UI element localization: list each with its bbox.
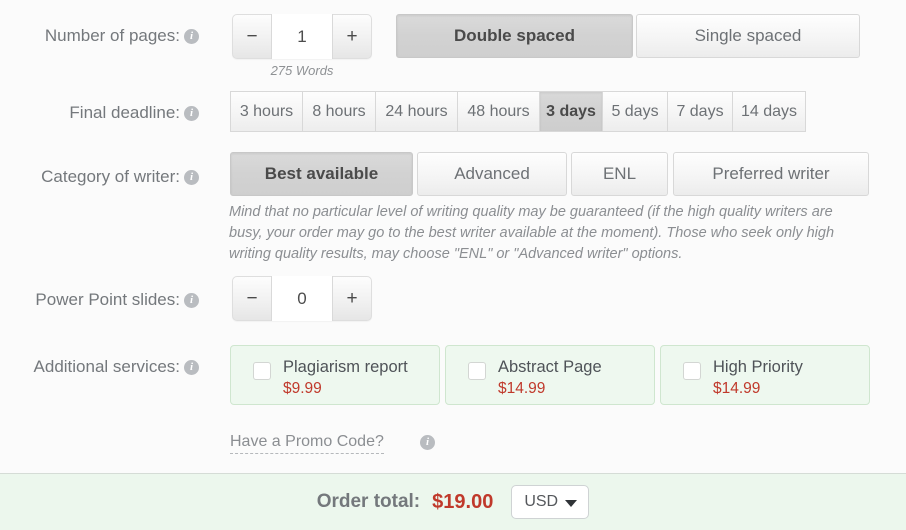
pages-value-input[interactable]: 1: [271, 14, 333, 59]
pages-stepper[interactable]: − 1 +: [232, 14, 372, 59]
category-option-label: Best available: [264, 164, 379, 183]
category-of-writer-label: Category of writer:: [41, 167, 180, 186]
slides-increment-button[interactable]: +: [333, 277, 371, 320]
spacing-option-double-label: Double spaced: [454, 26, 575, 45]
info-icon[interactable]: i: [184, 293, 199, 308]
service-checkbox[interactable]: [468, 362, 486, 380]
deadline-option-label: 14 days: [740, 102, 798, 120]
service-price: $14.99: [713, 380, 761, 397]
spacing-option-single-label: Single spaced: [694, 26, 802, 45]
category-option-best-available[interactable]: Best available: [230, 152, 413, 196]
deadline-option-24-hours[interactable]: 24 hours: [376, 91, 458, 132]
service-price: $9.99: [283, 380, 322, 397]
currency-value: USD: [524, 493, 559, 510]
info-icon[interactable]: i: [184, 170, 199, 185]
category-option-label: ENL: [602, 164, 637, 183]
deadline-option-14-days[interactable]: 14 days: [733, 91, 806, 132]
power-point-slides-label: Power Point slides:: [35, 290, 180, 309]
info-icon[interactable]: i: [420, 435, 435, 450]
service-price: $14.99: [498, 380, 546, 397]
pages-increment-button[interactable]: +: [333, 15, 371, 58]
order-calculator: Number of pages: i − 1 + 275 Words Doubl…: [0, 0, 906, 530]
deadline-options: 3 hours 8 hours 24 hours 48 hours 3 days…: [230, 91, 806, 132]
deadline-option-3-hours[interactable]: 3 hours: [230, 91, 303, 132]
additional-services-label: Additional services:: [33, 357, 180, 376]
service-high-priority[interactable]: High Priority $14.99: [660, 345, 870, 405]
deadline-option-8-hours[interactable]: 8 hours: [303, 91, 376, 132]
service-name: Abstract Page: [498, 358, 602, 376]
category-note-text: Mind that no particular level of writing…: [229, 204, 835, 262]
deadline-option-5-days[interactable]: 5 days: [603, 91, 668, 132]
deadline-option-48-hours[interactable]: 48 hours: [458, 91, 540, 132]
deadline-option-label: 5 days: [611, 102, 659, 120]
service-plagiarism-report[interactable]: Plagiarism report $9.99: [230, 345, 440, 405]
deadline-option-label: 8 hours: [312, 102, 366, 120]
info-icon[interactable]: i: [184, 29, 199, 44]
order-total-value: $19.00: [432, 490, 494, 513]
currency-select[interactable]: USD: [511, 485, 590, 519]
service-name: Plagiarism report: [283, 358, 408, 376]
final-deadline-label: Final deadline:: [69, 103, 180, 122]
service-abstract-page[interactable]: Abstract Page $14.99: [445, 345, 655, 405]
slides-value-input[interactable]: 0: [271, 276, 333, 321]
slides-stepper[interactable]: − 0 +: [232, 276, 372, 321]
chevron-down-icon: [565, 500, 578, 507]
service-checkbox[interactable]: [253, 362, 271, 380]
deadline-option-label: 7 days: [676, 102, 724, 120]
category-option-enl[interactable]: ENL: [571, 152, 668, 196]
spacing-option-single[interactable]: Single spaced: [636, 14, 860, 58]
spacing-option-double[interactable]: Double spaced: [396, 14, 633, 58]
slides-decrement-button[interactable]: −: [233, 277, 271, 320]
number-of-pages-label: Number of pages:: [44, 26, 180, 45]
category-option-label: Preferred writer: [712, 164, 830, 183]
deadline-option-label: 3 hours: [239, 102, 294, 120]
category-option-advanced[interactable]: Advanced: [417, 152, 567, 196]
category-option-preferred-writer[interactable]: Preferred writer: [673, 152, 869, 196]
category-option-label: Advanced: [454, 164, 530, 183]
service-name: High Priority: [713, 358, 803, 376]
deadline-option-3-days[interactable]: 3 days: [540, 91, 603, 132]
deadline-option-label: 48 hours: [467, 102, 530, 120]
deadline-option-label: 24 hours: [385, 102, 448, 120]
promo-code-link[interactable]: Have a Promo Code?: [230, 433, 384, 454]
order-total-label: Order total:: [316, 491, 421, 512]
order-total-footer: Order total: $19.00 USD: [0, 473, 906, 530]
word-count-text: 275 Words: [270, 63, 334, 78]
deadline-option-label: 3 days: [546, 102, 596, 120]
service-checkbox[interactable]: [683, 362, 701, 380]
info-icon[interactable]: i: [184, 360, 199, 375]
pages-decrement-button[interactable]: −: [233, 15, 271, 58]
deadline-option-7-days[interactable]: 7 days: [668, 91, 733, 132]
info-icon[interactable]: i: [184, 106, 199, 121]
